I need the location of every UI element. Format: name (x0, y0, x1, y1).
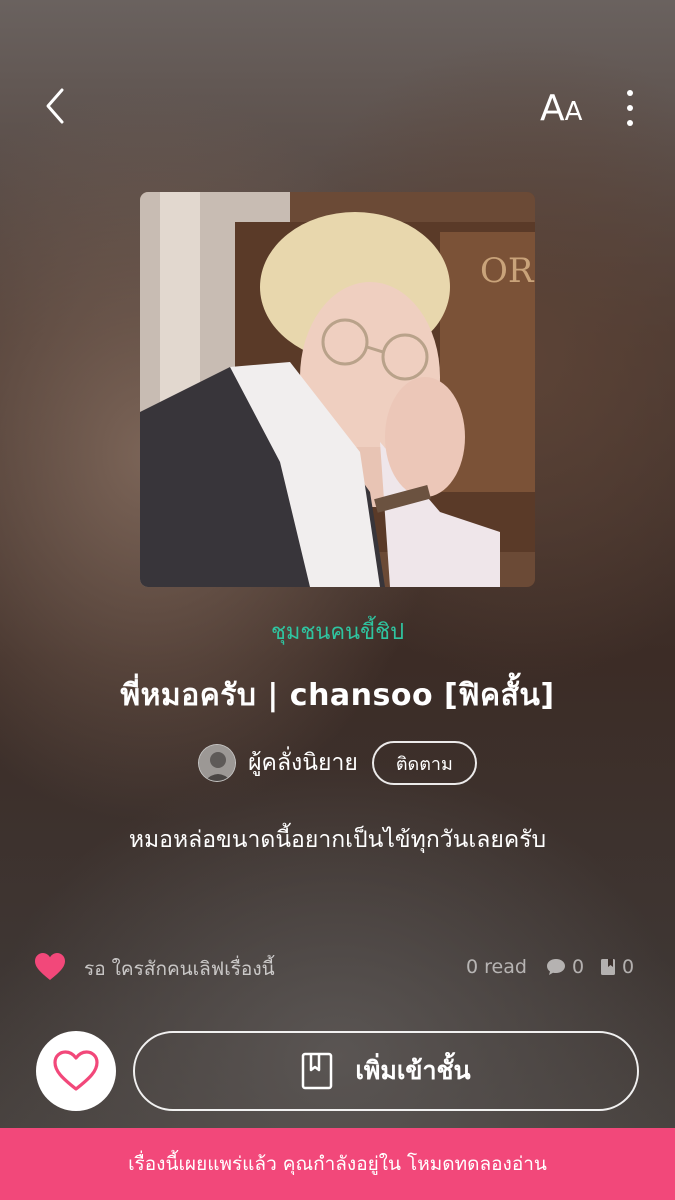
font-size-big-letter: A (540, 88, 565, 129)
comment-count: 0 (546, 956, 584, 978)
cover-illustration: OR (140, 192, 535, 587)
follow-button[interactable]: ติดตาม (371, 741, 477, 785)
stats-row: รอ ใครสักคนเลิฟเรื่องนี้ 0 read 0 0 (0, 944, 675, 990)
svg-text:OR: OR (480, 251, 535, 291)
font-size-button[interactable]: A A (540, 84, 582, 128)
shelf-count-value: 0 (622, 956, 635, 978)
more-options-button[interactable] (614, 86, 646, 130)
comment-count-value: 0 (572, 956, 585, 978)
like-status-text: รอ ใครสักคนเลิฟเรื่องนี้ (84, 958, 275, 980)
story-category[interactable]: ชุมชนคนขี้ชิป (0, 614, 675, 649)
avatar-image (199, 745, 236, 781)
back-button[interactable] (34, 86, 74, 126)
story-description: หมอหล่อขนาดนี้อยากเป็นไข้ทุกวันเลยครับ (128, 827, 547, 853)
story-cover-image: OR (140, 192, 535, 587)
bookmark-book-icon (302, 1052, 333, 1090)
author-row: ผู้คลั่งนิยาย ติดตาม (0, 740, 675, 786)
read-count: 0 read (466, 956, 527, 978)
add-to-shelf-button[interactable]: เพิ่มเข้าชั้น (133, 1031, 639, 1111)
font-size-small-letter: A (564, 97, 583, 127)
top-bar: A A (0, 0, 675, 215)
more-vertical-icon (627, 90, 633, 96)
heart-outline-icon (53, 1050, 99, 1091)
heart-filled-icon (35, 953, 65, 980)
chevron-left-icon (46, 88, 64, 124)
comment-icon (547, 959, 565, 975)
shelf-count: 0 (600, 956, 634, 978)
add-to-shelf-label: เพิ่มเข้าชั้น (355, 1056, 471, 1085)
banner-text: เรื่องนี้เผยแพร่แล้ว คุณกำลังอยู่ใน โหมด… (128, 1153, 547, 1175)
trial-mode-banner: เรื่องนี้เผยแพร่แล้ว คุณกำลังอยู่ใน โหมด… (0, 1128, 675, 1200)
book-icon (601, 959, 615, 975)
author-name[interactable]: ผู้คลั่งนิยาย (248, 745, 358, 781)
author-avatar[interactable] (198, 744, 237, 782)
like-button[interactable] (36, 1031, 116, 1111)
story-title: พี่หมอครับ | chansoo [ฟิคสั้น] (120, 678, 555, 713)
